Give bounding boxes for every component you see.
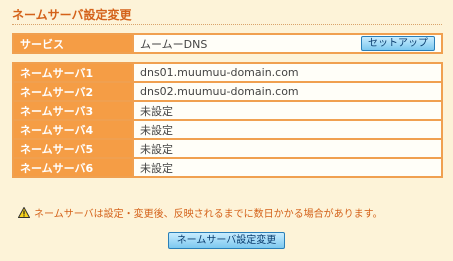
- nameserver-label: ネームサーバ6: [12, 157, 134, 178]
- propagation-notice: ネームサーバは設定・変更後、反映されるまでに数日かかる場合があります。: [18, 205, 383, 220]
- submit-area: ネームサーバ設定変更: [0, 232, 453, 249]
- nameserver-label: ネームサーバ3: [12, 100, 134, 121]
- nameserver-value: 未設定: [132, 157, 443, 178]
- nameserver-value: dns01.muumuu-domain.com: [132, 62, 443, 83]
- warning-icon: [18, 207, 30, 218]
- service-value-cell: ムームーDNS セットアップ: [132, 33, 443, 54]
- nameserver-label: ネームサーバ1: [12, 62, 134, 83]
- service-table: サービス ムームーDNS セットアップ: [12, 33, 443, 54]
- nameserver-label: ネームサーバ4: [12, 119, 134, 140]
- notice-text: ネームサーバは設定・変更後、反映されるまでに数日かかる場合があります。: [34, 209, 383, 220]
- service-label: サービス: [12, 33, 134, 54]
- service-value: ムームーDNS: [140, 37, 208, 51]
- nameserver-table: ネームサーバ1 dns01.muumuu-domain.com ネームサーバ2 …: [12, 62, 443, 178]
- nameserver-label: ネームサーバ5: [12, 138, 134, 159]
- page-title: ネームサーバ設定変更: [12, 8, 132, 22]
- nameserver-row-3: ネームサーバ3 未設定: [12, 100, 443, 121]
- nameserver-row-1: ネームサーバ1 dns01.muumuu-domain.com: [12, 62, 443, 83]
- nameserver-row-5: ネームサーバ5 未設定: [12, 138, 443, 159]
- nameserver-value: 未設定: [132, 138, 443, 159]
- nameserver-value: 未設定: [132, 100, 443, 121]
- nameserver-row-4: ネームサーバ4 未設定: [12, 119, 443, 140]
- nameserver-row-2: ネームサーバ2 dns02.muumuu-domain.com: [12, 81, 443, 102]
- service-row: サービス ムームーDNS セットアップ: [12, 33, 443, 54]
- nameserver-row-6: ネームサーバ6 未設定: [12, 157, 443, 178]
- nameserver-value: dns02.muumuu-domain.com: [132, 81, 443, 102]
- nameserver-label: ネームサーバ2: [12, 81, 134, 102]
- nameserver-value: 未設定: [132, 119, 443, 140]
- setup-button[interactable]: セットアップ: [361, 36, 435, 51]
- title-divider: [12, 24, 442, 25]
- change-nameserver-button[interactable]: ネームサーバ設定変更: [167, 232, 286, 249]
